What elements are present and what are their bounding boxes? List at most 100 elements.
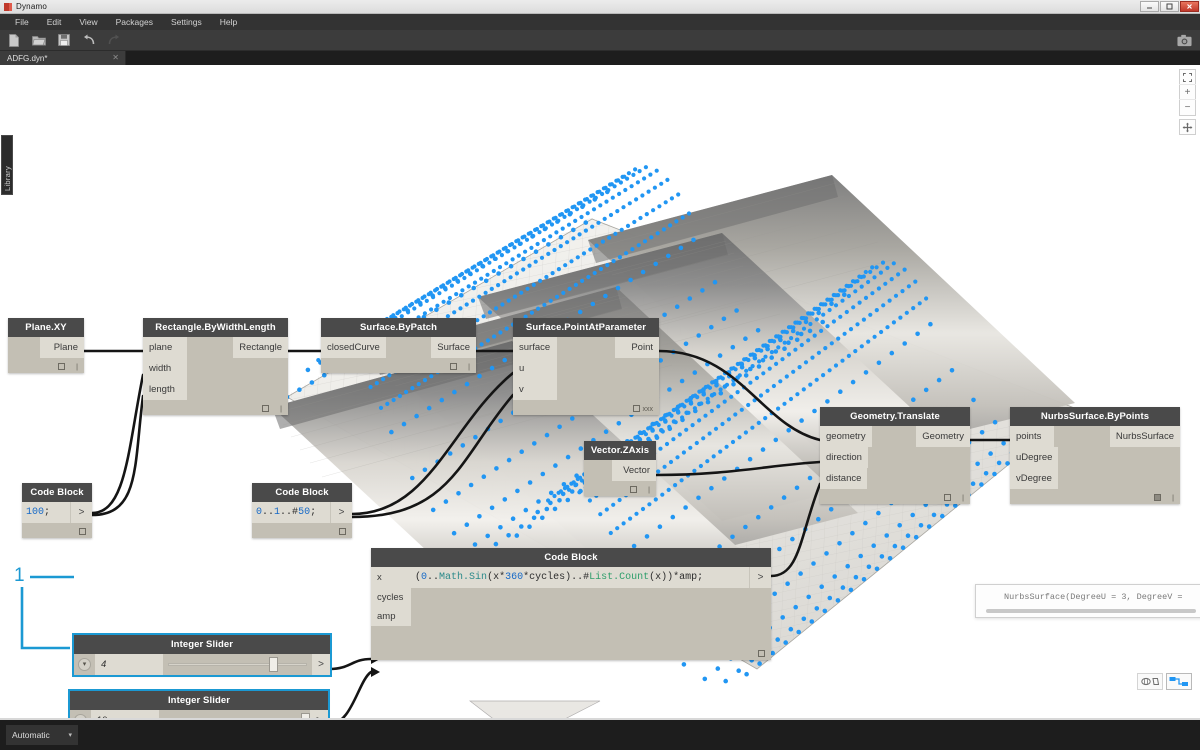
lacing-icon[interactable]: |	[468, 364, 470, 371]
node-surface-pointatparameter[interactable]: Surface.PointAtParametersurfacePointuvxx…	[513, 318, 659, 415]
background-3d-preview-toggle[interactable]	[1137, 673, 1163, 690]
integer-slider-amp[interactable]: Integer Slider▾10>	[70, 691, 328, 720]
code-block-editor[interactable]: 100;	[22, 502, 70, 523]
library-label: Library	[3, 166, 12, 191]
slider-output-port[interactable]: >	[312, 654, 330, 675]
node-geometry-translate[interactable]: Geometry.TranslategeometryGeometrydirect…	[820, 407, 970, 504]
menu-settings[interactable]: Settings	[162, 14, 211, 30]
input-port-surface[interactable]: surface	[513, 337, 557, 358]
library-panel-tab[interactable]: chevron-right-icon Library	[1, 135, 13, 195]
input-port-width[interactable]: width	[143, 358, 187, 379]
code-block-output-port[interactable]: >	[70, 502, 92, 523]
tab-adfg-dyn[interactable]: ADFG.dyn* ✕	[0, 51, 126, 65]
code-block-sine[interactable]: Code Blockxcyclesamp(0..Math.Sin(x*360*c…	[371, 548, 771, 660]
input-port-length[interactable]: length	[143, 379, 187, 400]
graph-canvas[interactable]: chevron-right-icon Library + − Plane.XYP…	[0, 65, 1200, 720]
node-footer: xxx	[513, 400, 659, 415]
preview-toggle-icon[interactable]	[339, 528, 346, 535]
preview-toggle-icon[interactable]	[944, 494, 951, 501]
lacing-icon[interactable]: |	[280, 406, 282, 413]
input-port-v[interactable]: v	[513, 379, 557, 400]
node-footer: |	[143, 400, 288, 415]
preview-toggle-icon[interactable]	[633, 405, 640, 412]
port-row: u	[513, 358, 659, 379]
input-port-distance[interactable]: distance	[820, 468, 867, 489]
chevron-down-icon[interactable]: ▾	[74, 654, 95, 675]
lacing-icon[interactable]: |	[1172, 495, 1174, 502]
node-surface-bypatch[interactable]: Surface.ByPatchclosedCurveSurface|	[321, 318, 476, 373]
input-port-vDegree[interactable]: vDegree	[1010, 468, 1058, 489]
lacing-icon[interactable]: |	[962, 495, 964, 502]
close-icon[interactable]: ✕	[112, 53, 119, 62]
new-file-icon[interactable]	[6, 33, 21, 48]
output-port-Rectangle[interactable]: Rectangle	[233, 337, 288, 358]
port-row: plane Rectangle	[143, 337, 288, 358]
input-port-cycles[interactable]: cycles	[371, 588, 411, 607]
input-port-amp[interactable]: amp	[371, 607, 411, 626]
slider-thumb[interactable]	[269, 657, 278, 672]
open-file-icon[interactable]	[31, 33, 46, 48]
preview-toggle-icon[interactable]	[450, 363, 457, 370]
input-port-geometry[interactable]: geometry	[820, 426, 872, 447]
input-port-x[interactable]: x	[371, 567, 411, 588]
code-block-100[interactable]: Code Block100;>	[22, 483, 92, 538]
run-mode-dropdown[interactable]: Automatic ▾	[6, 725, 78, 745]
input-port-uDegree[interactable]: uDegree	[1010, 447, 1058, 468]
output-port-Point[interactable]: Point	[615, 337, 659, 358]
code-block-output-port[interactable]: >	[330, 502, 352, 523]
input-port-closedCurve[interactable]: closedCurve	[321, 337, 386, 358]
input-port-plane[interactable]: plane	[143, 337, 187, 358]
lacing-icon[interactable]: xxx	[643, 406, 654, 413]
save-file-icon[interactable]	[56, 33, 71, 48]
port-row: closedCurve Surface	[321, 337, 476, 358]
code-block-editor[interactable]: 0..1..#50;	[252, 502, 330, 523]
camera-icon[interactable]	[1177, 33, 1192, 48]
slider-track-wrap[interactable]	[163, 654, 312, 675]
menu-view[interactable]: View	[70, 14, 106, 30]
code-block-output-port[interactable]: >	[749, 567, 771, 588]
input-port-points[interactable]: points	[1010, 426, 1054, 447]
lacing-icon[interactable]: |	[76, 364, 78, 371]
zoom-to-fit-button[interactable]	[1179, 70, 1196, 85]
node-nurbssurface-bypoints[interactable]: NurbsSurface.ByPointspointsNurbsSurfaceu…	[1010, 407, 1180, 504]
output-port-NurbsSurface[interactable]: NurbsSurface	[1110, 426, 1180, 447]
close-button[interactable]	[1180, 1, 1199, 12]
zoom-in-button[interactable]: +	[1179, 85, 1196, 100]
menu-edit[interactable]: Edit	[38, 14, 71, 30]
output-port-Surface[interactable]: Surface	[431, 337, 476, 358]
output-port-Geometry[interactable]: Geometry	[916, 426, 970, 447]
output-port-Vector[interactable]: Vector	[612, 460, 656, 481]
input-port-u[interactable]: u	[513, 358, 557, 379]
slider-value-field[interactable]: 4	[95, 654, 163, 675]
pan-control-button[interactable]	[1179, 119, 1196, 135]
preview-scrollbar[interactable]	[986, 609, 1196, 613]
slider-track[interactable]	[168, 663, 307, 666]
maximize-button[interactable]	[1160, 1, 1179, 12]
node-vector-zaxis[interactable]: Vector.ZAxisVector|	[584, 441, 656, 496]
node-body: plane Rectangle widthlength |	[143, 337, 288, 415]
preview-toggle-icon[interactable]	[58, 363, 65, 370]
integer-slider-cycles[interactable]: Integer Slider▾4>	[74, 635, 330, 675]
menu-help[interactable]: Help	[211, 14, 246, 30]
node-body: 100;>	[22, 502, 92, 538]
input-port-direction[interactable]: direction	[820, 447, 868, 468]
output-port-Plane[interactable]: Plane	[40, 337, 84, 358]
preview-toggle-icon[interactable]	[1154, 494, 1161, 501]
port-row: geometry Geometry	[820, 426, 970, 447]
node-rectangle-bywidthlength[interactable]: Rectangle.ByWidthLengthplaneRectanglewid…	[143, 318, 288, 415]
code-block-editor[interactable]: (0..Math.Sin(x*360*cycles)..#List.Count(…	[411, 567, 749, 588]
menu-file[interactable]: File	[6, 14, 38, 30]
code-block-range[interactable]: Code Block0..1..#50;>	[252, 483, 352, 538]
minimize-button[interactable]	[1140, 1, 1159, 12]
preview-toggle-icon[interactable]	[758, 650, 765, 657]
preview-toggle-icon[interactable]	[630, 486, 637, 493]
lacing-icon[interactable]: |	[648, 487, 650, 494]
preview-toggle-icon[interactable]	[262, 405, 269, 412]
undo-icon[interactable]	[81, 33, 96, 48]
node-plane-xy[interactable]: Plane.XYPlane|	[8, 318, 84, 373]
tab-label: ADFG.dyn*	[7, 54, 47, 63]
menu-packages[interactable]: Packages	[107, 14, 162, 30]
graph-view-toggle[interactable]	[1166, 673, 1192, 690]
zoom-out-button[interactable]: −	[1179, 100, 1196, 115]
preview-toggle-icon[interactable]	[79, 528, 86, 535]
